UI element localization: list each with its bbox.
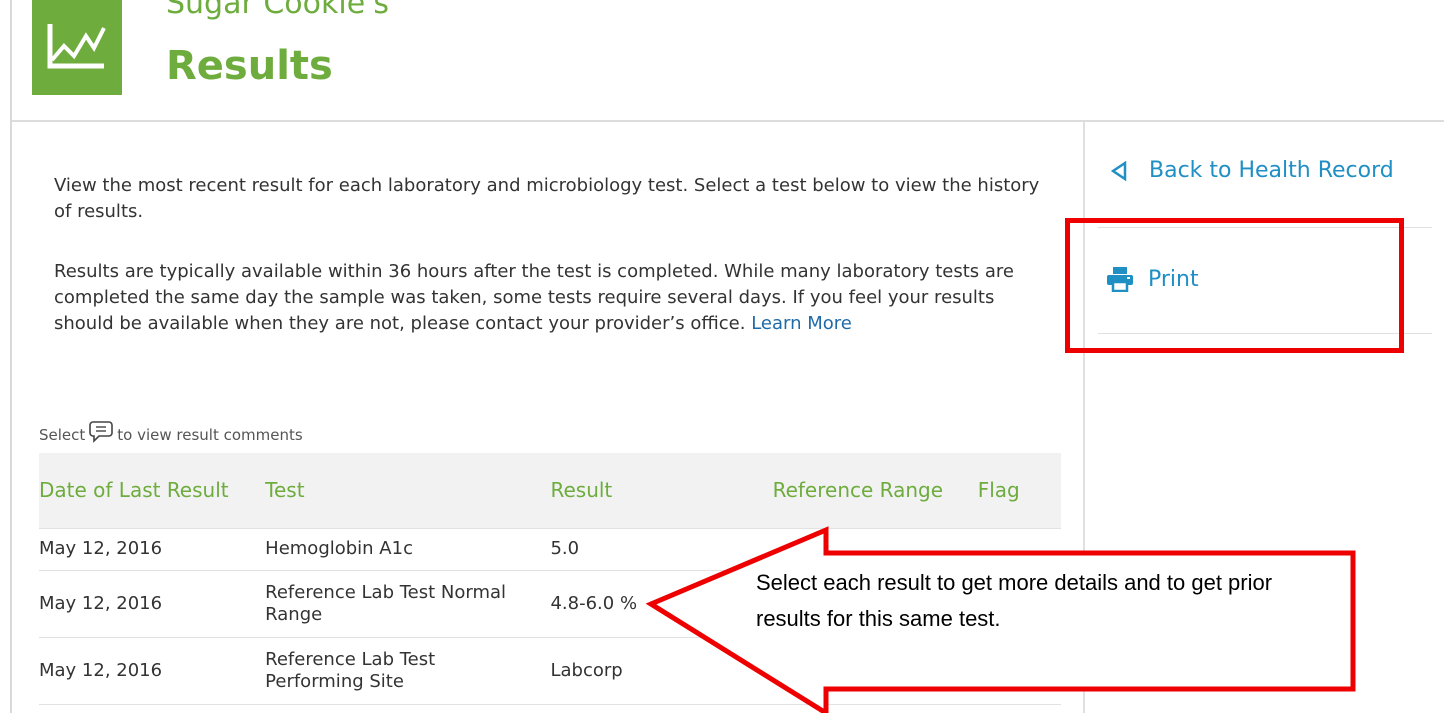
callout-text: Select each result to get more details a… <box>756 570 1273 631</box>
